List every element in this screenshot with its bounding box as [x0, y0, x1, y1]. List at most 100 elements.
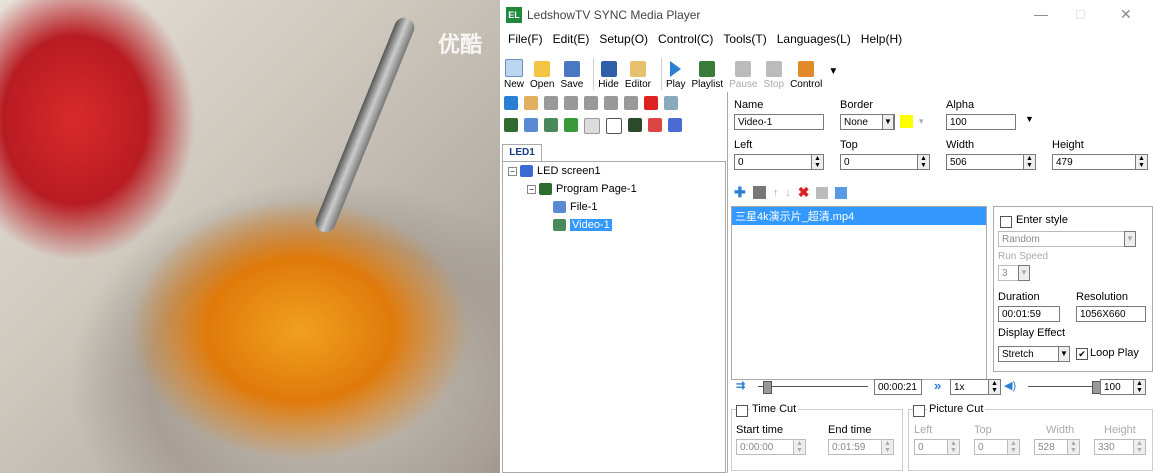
- tree-node-program-page[interactable]: − Program Page-1: [527, 183, 637, 195]
- color-dropdown-icon[interactable]: ▾: [919, 116, 924, 127]
- copy-icon[interactable]: [544, 96, 558, 110]
- menu-edit[interactable]: Edit(E): [553, 32, 590, 50]
- fast-forward-icon[interactable]: »: [934, 378, 941, 393]
- loop-play-checkbox[interactable]: ✔: [1076, 348, 1088, 360]
- arrow-down-icon[interactable]: [584, 96, 598, 110]
- loop-play-label: Loop Play: [1090, 347, 1139, 359]
- list-item[interactable]: 三星4k演示片_超清.mp4: [732, 207, 986, 225]
- play-button[interactable]: Play: [666, 61, 685, 90]
- resolution-field: 1056X660: [1076, 306, 1146, 322]
- tree-node-file[interactable]: File-1: [553, 201, 598, 213]
- volume-spinner[interactable]: ▲ ▼: [1133, 379, 1146, 395]
- hide-button[interactable]: Hide: [598, 61, 619, 90]
- arrow-down-icon[interactable]: ↓: [785, 187, 791, 199]
- stop-icon: [765, 61, 782, 77]
- delete-icon[interactable]: ✖: [798, 184, 810, 201]
- cut-left-label: Left: [914, 424, 933, 436]
- top-spinner[interactable]: ▲ ▼: [917, 154, 930, 170]
- left-spinner[interactable]: ▲ ▼: [811, 154, 824, 170]
- control-button[interactable]: Control: [790, 61, 822, 90]
- file-window-icon[interactable]: [524, 118, 538, 132]
- display-effect-label: Display Effect: [998, 327, 1066, 339]
- image-icon[interactable]: [564, 118, 578, 132]
- new-button[interactable]: New: [504, 59, 524, 90]
- progress-slider-track[interactable]: [758, 386, 868, 387]
- time-cut-checkbox[interactable]: [736, 405, 748, 417]
- width-spinner[interactable]: ▲ ▼: [1023, 154, 1036, 170]
- menu-languages[interactable]: Languages(L): [777, 32, 851, 50]
- collapse-toggle[interactable]: −: [527, 184, 536, 194]
- cut-height-label: Height: [1104, 424, 1136, 436]
- search-icon[interactable]: [664, 96, 678, 110]
- progress-slider-thumb[interactable]: [762, 381, 772, 394]
- chevron-down-icon[interactable]: ▼: [1058, 346, 1070, 362]
- alpha-label: Alpha: [946, 99, 975, 111]
- video-icon[interactable]: [544, 118, 558, 132]
- maximize-button[interactable]: □: [1076, 6, 1084, 22]
- move-icon[interactable]: [604, 96, 618, 110]
- shuffle-icon[interactable]: ⇉: [736, 379, 745, 392]
- menu-help[interactable]: Help(H): [861, 32, 902, 50]
- alarm-clock-icon[interactable]: [648, 118, 662, 132]
- cut-width-spinner[interactable]: ▲ ▼: [1067, 439, 1080, 455]
- add-item-toolbar-row-1: [500, 92, 727, 114]
- enter-style-select[interactable]: Random: [998, 231, 1136, 247]
- add-icon[interactable]: ✚: [734, 184, 746, 201]
- duplicate-icon[interactable]: [624, 96, 638, 110]
- border-color-swatch[interactable]: [900, 115, 913, 128]
- open-button[interactable]: Open: [530, 61, 554, 90]
- menu-control[interactable]: Control(C): [658, 32, 713, 50]
- start-time-label: Start time: [736, 424, 784, 436]
- program-icon[interactable]: [504, 118, 518, 132]
- add-icon[interactable]: [504, 96, 518, 110]
- video-icon: [553, 219, 566, 231]
- cut-height-spinner[interactable]: ▲ ▼: [1133, 439, 1146, 455]
- menu-setup[interactable]: Setup(O): [599, 32, 648, 50]
- pause-button[interactable]: Pause: [729, 61, 757, 90]
- chevron-down-icon[interactable]: ▼: [882, 114, 894, 130]
- chevron-down-icon[interactable]: ▼: [1018, 265, 1030, 281]
- close-button[interactable]: ✕: [1120, 6, 1132, 23]
- delete-icon[interactable]: [644, 96, 658, 110]
- enter-style-checkbox[interactable]: [1000, 216, 1012, 228]
- collapse-toggle[interactable]: −: [508, 166, 517, 176]
- properties-icon[interactable]: [835, 186, 848, 199]
- app-icon: EL: [506, 7, 522, 23]
- cut-left-spinner[interactable]: ▲ ▼: [947, 439, 960, 455]
- toolbar-more-dropdown[interactable]: ▼: [828, 66, 838, 77]
- save-button[interactable]: Save: [560, 61, 583, 90]
- name-field[interactable]: Video-1: [734, 114, 824, 130]
- stop-button[interactable]: Stop: [763, 61, 784, 90]
- text-icon[interactable]: [606, 118, 622, 134]
- image-edit-icon[interactable]: [816, 186, 829, 199]
- arrow-up-icon[interactable]: [564, 96, 578, 110]
- live-icon[interactable]: [752, 186, 766, 199]
- minimize-button[interactable]: —: [1034, 6, 1048, 22]
- height-spinner[interactable]: ▲ ▼: [1135, 154, 1148, 170]
- document-icon[interactable]: [584, 118, 600, 134]
- tree-node-video[interactable]: Video-1: [553, 219, 612, 231]
- folder-icon: [534, 61, 551, 77]
- arrow-up-icon[interactable]: ↑: [773, 187, 779, 199]
- hand-icon: [798, 61, 815, 77]
- picture-cut-checkbox[interactable]: [913, 405, 925, 417]
- start-time-spinner[interactable]: ▲ ▼: [793, 439, 806, 455]
- height-field[interactable]: 479: [1052, 154, 1148, 170]
- alpha-dropdown-icon[interactable]: ▼: [1025, 114, 1034, 124]
- tree-node-led-screen[interactable]: − LED screen1: [508, 165, 601, 177]
- cut-top-spinner[interactable]: ▲ ▼: [1007, 439, 1020, 455]
- editor-button[interactable]: Editor: [625, 61, 651, 90]
- volume-slider-track[interactable]: [1028, 386, 1096, 387]
- menu-tools[interactable]: Tools(T): [723, 32, 766, 50]
- paste-icon[interactable]: [524, 96, 538, 110]
- chevron-down-icon[interactable]: ▼: [1124, 231, 1136, 247]
- alpha-field[interactable]: 100: [946, 114, 1016, 130]
- volume-icon[interactable]: [668, 118, 682, 132]
- end-time-spinner[interactable]: ▲ ▼: [881, 439, 894, 455]
- menu-file[interactable]: File(F): [508, 32, 543, 50]
- tab-led1[interactable]: LED1: [502, 144, 542, 161]
- clock-digital-icon[interactable]: [628, 118, 642, 132]
- speaker-icon[interactable]: ◀): [1004, 379, 1016, 392]
- playlist-button[interactable]: Playlist: [691, 61, 723, 90]
- speed-spinner[interactable]: ▲ ▼: [988, 379, 1001, 395]
